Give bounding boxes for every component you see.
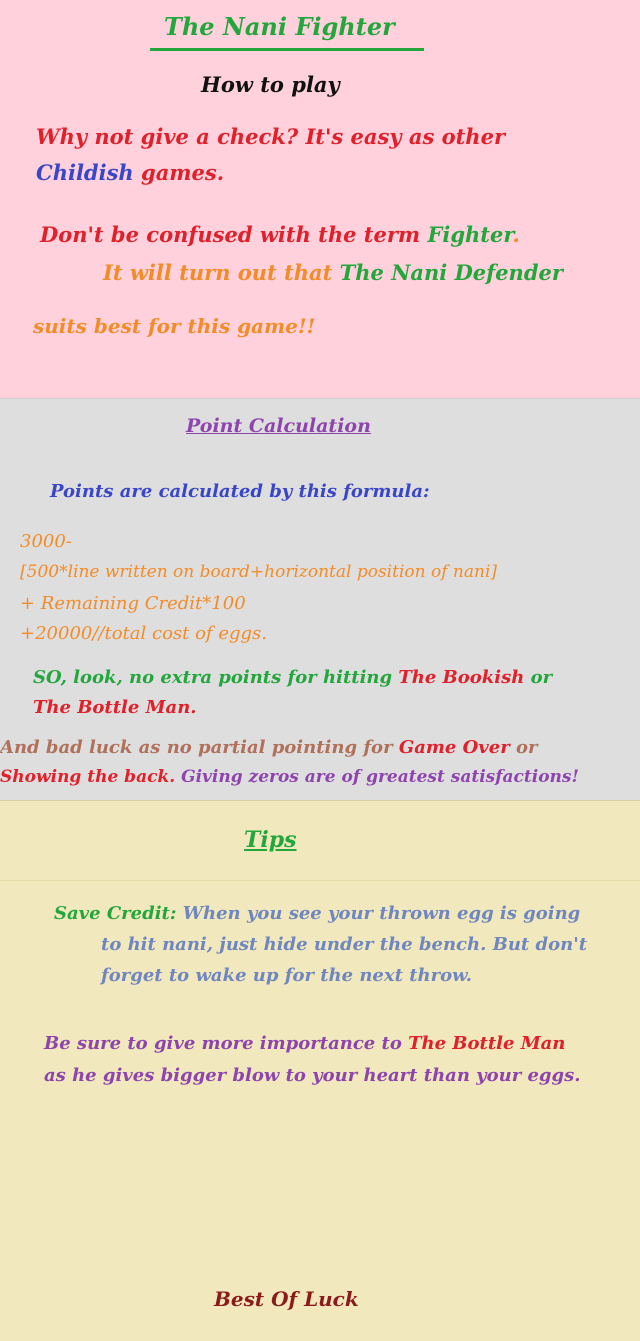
how-to-play-heading: How to play (201, 72, 340, 97)
childish-word: Childish (36, 160, 134, 185)
save-credit-line-2: to hit nani, just hide under the bench. … (101, 934, 588, 955)
suits-line: suits best for this game!! (33, 314, 316, 338)
no-extra-points-line: SO, look, no extra points for hitting Th… (33, 667, 552, 688)
bottle-man-tip-name: The Bottle Man (408, 1033, 566, 1054)
zeros-text: Giving zeros are of greatest satisfactio… (181, 767, 579, 787)
intro-text-a: Why not give a check? It's easy as other (36, 124, 506, 149)
save-credit-line-3: forget to wake up for the next throw. (101, 965, 473, 986)
bottle-man-tip-line-1: Be sure to give more importance to The B… (44, 1033, 565, 1054)
bookish-name: The Bookish (398, 667, 525, 688)
fighter-line: Don't be confused with the term Fighter. (40, 222, 520, 247)
intro-line-2: Childish games. (36, 160, 224, 185)
tips-divider (0, 880, 640, 881)
intro-line-1: Why not give a check? It's easy as other (36, 124, 505, 149)
formula-line-4: +20000//total cost of eggs. (20, 623, 267, 644)
how-to-play-section: The Nani Fighter How to play Why not giv… (0, 0, 640, 398)
bottle-man-tip-text: Be sure to give more importance to (44, 1033, 402, 1054)
formula-line-2: [500*line written on board+horizontal po… (20, 562, 498, 582)
bad-luck-line: And bad luck as no partial pointing for … (0, 737, 537, 758)
bottle-man-line: The Bottle Man. (33, 697, 197, 718)
fighter-period: . (512, 222, 520, 247)
best-of-luck: Best Of Luck (214, 1287, 359, 1311)
bad-luck-text: And bad luck as no partial pointing for (0, 737, 393, 758)
or-word: or (530, 667, 553, 688)
formula-line-1: 3000- (20, 531, 72, 552)
point-calculation-heading: Point Calculation (186, 415, 371, 437)
point-calculation-section: Point Calculation Points are calculated … (0, 398, 640, 801)
save-credit-label: Save Credit: (54, 903, 177, 924)
formula-line-3: + Remaining Credit*100 (20, 593, 246, 614)
fighter-word: Fighter (427, 222, 513, 247)
showing-back-text: Showing the back. (0, 767, 176, 787)
save-credit-line-1: Save Credit: When you see your thrown eg… (54, 903, 580, 924)
defender-line: It will turn out that The Nani Defender (103, 260, 563, 285)
or-word-2: or (515, 737, 538, 758)
bottle-man-tip-line-2: as he gives bigger blow to your heart th… (44, 1065, 581, 1086)
defender-name: The Nani Defender (339, 260, 563, 285)
showing-back-line: Showing the back. Giving zeros are of gr… (0, 767, 579, 787)
tips-section: Tips Save Credit: When you see your thro… (0, 800, 640, 1341)
fighter-text-a: Don't be confused with the term (40, 222, 421, 247)
no-extra-text: SO, look, no extra points for hitting (33, 667, 393, 688)
title-underline (150, 48, 424, 51)
games-word: games. (141, 160, 225, 185)
formula-intro: Points are calculated by this formula: (50, 481, 430, 502)
game-over-word: Game Over (398, 737, 510, 758)
defender-text-a: It will turn out that (103, 260, 333, 285)
tips-heading: Tips (244, 827, 297, 853)
page-title: The Nani Fighter (164, 12, 395, 41)
save-credit-text-1: When you see your thrown egg is going (182, 903, 581, 924)
